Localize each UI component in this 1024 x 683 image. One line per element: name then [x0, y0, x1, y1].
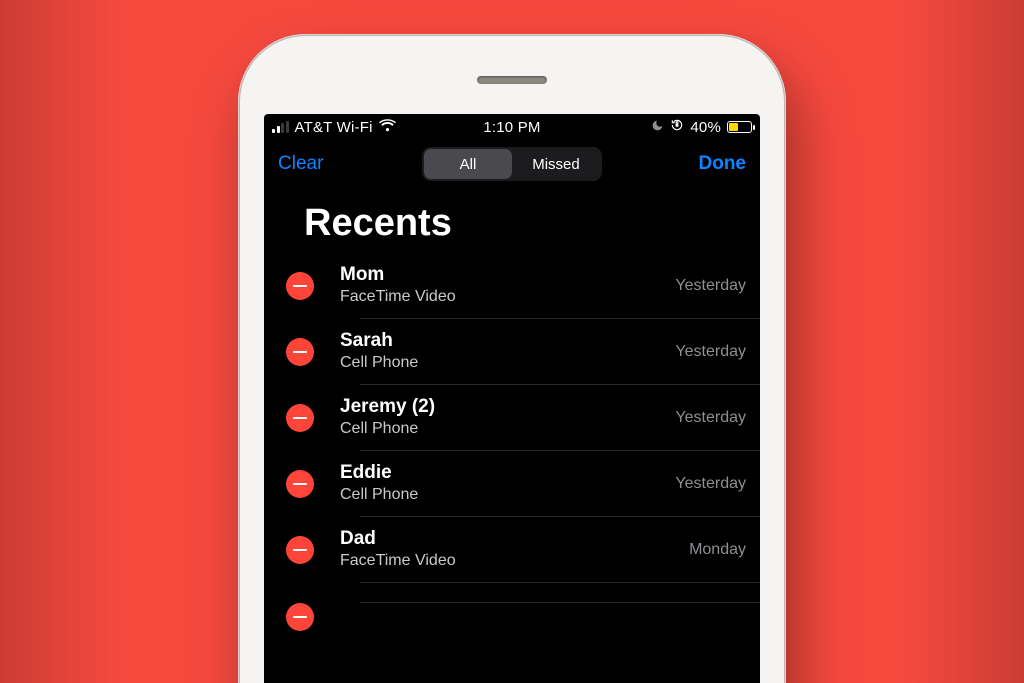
call-time: Yesterday: [675, 277, 746, 295]
nav-bar: Clear All Missed Done: [264, 140, 760, 188]
minus-icon: [293, 417, 307, 420]
recents-list: Mom FaceTime Video Yesterday Sarah Cell …: [264, 253, 760, 603]
list-item[interactable]: [272, 583, 760, 603]
list-item[interactable]: Sarah Cell Phone Yesterday: [272, 319, 760, 385]
list-item[interactable]: Dad FaceTime Video Monday: [272, 517, 760, 583]
row-content: Eddie Cell Phone: [340, 462, 665, 506]
minus-icon: [293, 549, 307, 552]
call-type: Cell Phone: [340, 419, 665, 440]
call-name: Jeremy (2): [340, 396, 665, 419]
call-name: Eddie: [340, 462, 665, 485]
call-time: Yesterday: [675, 409, 746, 427]
status-time: 1:10 PM: [264, 119, 760, 136]
done-button[interactable]: Done: [699, 153, 747, 175]
segmented-control[interactable]: All Missed: [422, 147, 602, 181]
minus-icon: [293, 285, 307, 288]
list-item[interactable]: Jeremy (2) Cell Phone Yesterday: [272, 385, 760, 451]
clear-button[interactable]: Clear: [278, 153, 323, 175]
call-time: Yesterday: [675, 475, 746, 493]
delete-row-button[interactable]: [286, 272, 314, 300]
minus-icon: [293, 483, 307, 486]
call-time: Yesterday: [675, 343, 746, 361]
call-name: Sarah: [340, 330, 665, 353]
phone-body: AT&T Wi-Fi 1:10 PM: [238, 34, 786, 683]
row-content: Jeremy (2) Cell Phone: [340, 396, 665, 440]
list-item[interactable]: Eddie Cell Phone Yesterday: [272, 451, 760, 517]
decor-shadow: [0, 0, 120, 683]
decor-shadow: [904, 0, 1024, 683]
delete-row-button[interactable]: [286, 404, 314, 432]
row-content: Mom FaceTime Video: [340, 264, 665, 308]
phone-speaker: [477, 76, 547, 84]
delete-row-button[interactable]: [286, 470, 314, 498]
minus-icon: [293, 616, 307, 619]
call-time: Monday: [689, 541, 746, 559]
tab-all[interactable]: All: [424, 149, 512, 179]
list-item[interactable]: Mom FaceTime Video Yesterday: [272, 253, 760, 319]
call-name: Dad: [340, 528, 679, 551]
canvas: AT&T Wi-Fi 1:10 PM: [0, 0, 1024, 683]
call-type: Cell Phone: [340, 485, 665, 506]
call-type: FaceTime Video: [340, 551, 679, 572]
delete-row-button[interactable]: [286, 603, 314, 631]
call-type: FaceTime Video: [340, 287, 665, 308]
tab-missed[interactable]: Missed: [512, 149, 600, 179]
delete-row-button[interactable]: [286, 338, 314, 366]
battery-icon: [727, 121, 752, 133]
row-content: Sarah Cell Phone: [340, 330, 665, 374]
row-content: Dad FaceTime Video: [340, 528, 679, 572]
status-bar: AT&T Wi-Fi 1:10 PM: [264, 114, 760, 140]
delete-row-button[interactable]: [286, 536, 314, 564]
call-name: Mom: [340, 264, 665, 287]
minus-icon: [293, 351, 307, 354]
call-type: Cell Phone: [340, 353, 665, 374]
page-title: Recents: [264, 188, 760, 253]
phone-screen: AT&T Wi-Fi 1:10 PM: [264, 114, 760, 683]
